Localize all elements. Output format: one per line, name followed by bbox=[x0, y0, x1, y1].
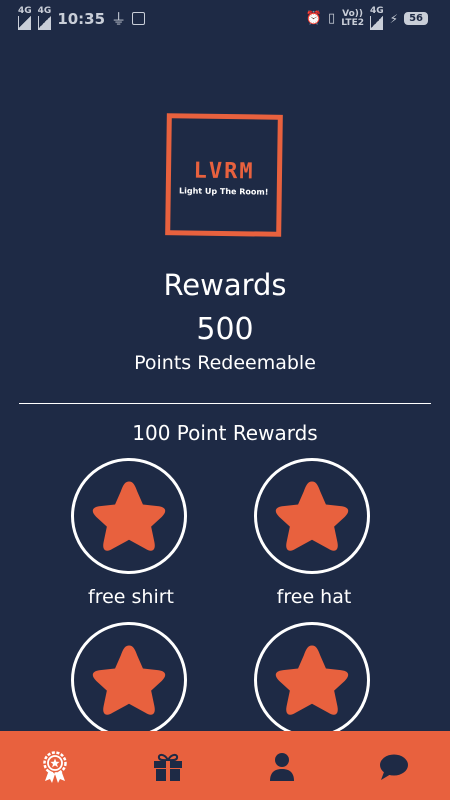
signal-indicator-2: 4G bbox=[38, 7, 51, 30]
volte-indicator: Vo)) LTE2 bbox=[341, 8, 364, 28]
page-title: Rewards bbox=[163, 268, 287, 302]
reward-button[interactable] bbox=[254, 622, 370, 738]
star-icon bbox=[275, 645, 349, 715]
star-icon bbox=[275, 481, 349, 551]
tab-rewards[interactable] bbox=[35, 747, 75, 787]
reward-label: free hat bbox=[276, 586, 352, 608]
section-title: 100 Point Rewards bbox=[132, 421, 318, 445]
points-value: 500 bbox=[196, 312, 254, 347]
star-icon bbox=[92, 645, 166, 715]
reward-button[interactable] bbox=[254, 458, 370, 574]
reward-item-free-shirt[interactable]: free shirt bbox=[71, 458, 191, 608]
status-bar: 4G 4G 10:35 ⏚ ⏰ ▯ Vo)) LTE2 4G ⚡ 56 bbox=[0, 0, 450, 34]
status-time: 10:35 bbox=[57, 9, 106, 28]
charging-icon: ⚡ bbox=[389, 11, 399, 26]
divider bbox=[19, 403, 431, 404]
gift-icon bbox=[154, 753, 182, 781]
reward-item-free-hat[interactable]: free hat bbox=[254, 458, 374, 608]
lvrm-logo: LVRM Light Up The Room! bbox=[165, 113, 283, 237]
award-icon bbox=[43, 751, 67, 783]
battery-indicator: 56 bbox=[404, 12, 428, 25]
signal-indicator-1: 4G bbox=[18, 7, 32, 30]
tab-messages[interactable] bbox=[374, 747, 414, 787]
reward-button[interactable] bbox=[71, 622, 187, 738]
notification-icon bbox=[132, 12, 146, 25]
tab-gifts[interactable] bbox=[148, 747, 188, 787]
logo-title: LVRM bbox=[193, 158, 255, 185]
user-icon bbox=[270, 753, 294, 781]
reward-button[interactable] bbox=[71, 458, 187, 574]
signal-indicator-3: 4G bbox=[370, 7, 384, 30]
vibrate-icon: ▯ bbox=[328, 11, 336, 26]
points-label: Points Redeemable bbox=[134, 352, 316, 374]
alarm-icon: ⏰ bbox=[305, 11, 323, 26]
star-icon bbox=[92, 481, 166, 551]
reward-label: free shirt bbox=[88, 586, 174, 608]
chat-icon bbox=[380, 754, 408, 780]
logo-tagline: Light Up The Room! bbox=[179, 186, 269, 197]
tab-profile[interactable] bbox=[262, 747, 302, 787]
usb-icon: ⏚ bbox=[111, 10, 127, 28]
bottom-tab-bar bbox=[0, 731, 450, 800]
